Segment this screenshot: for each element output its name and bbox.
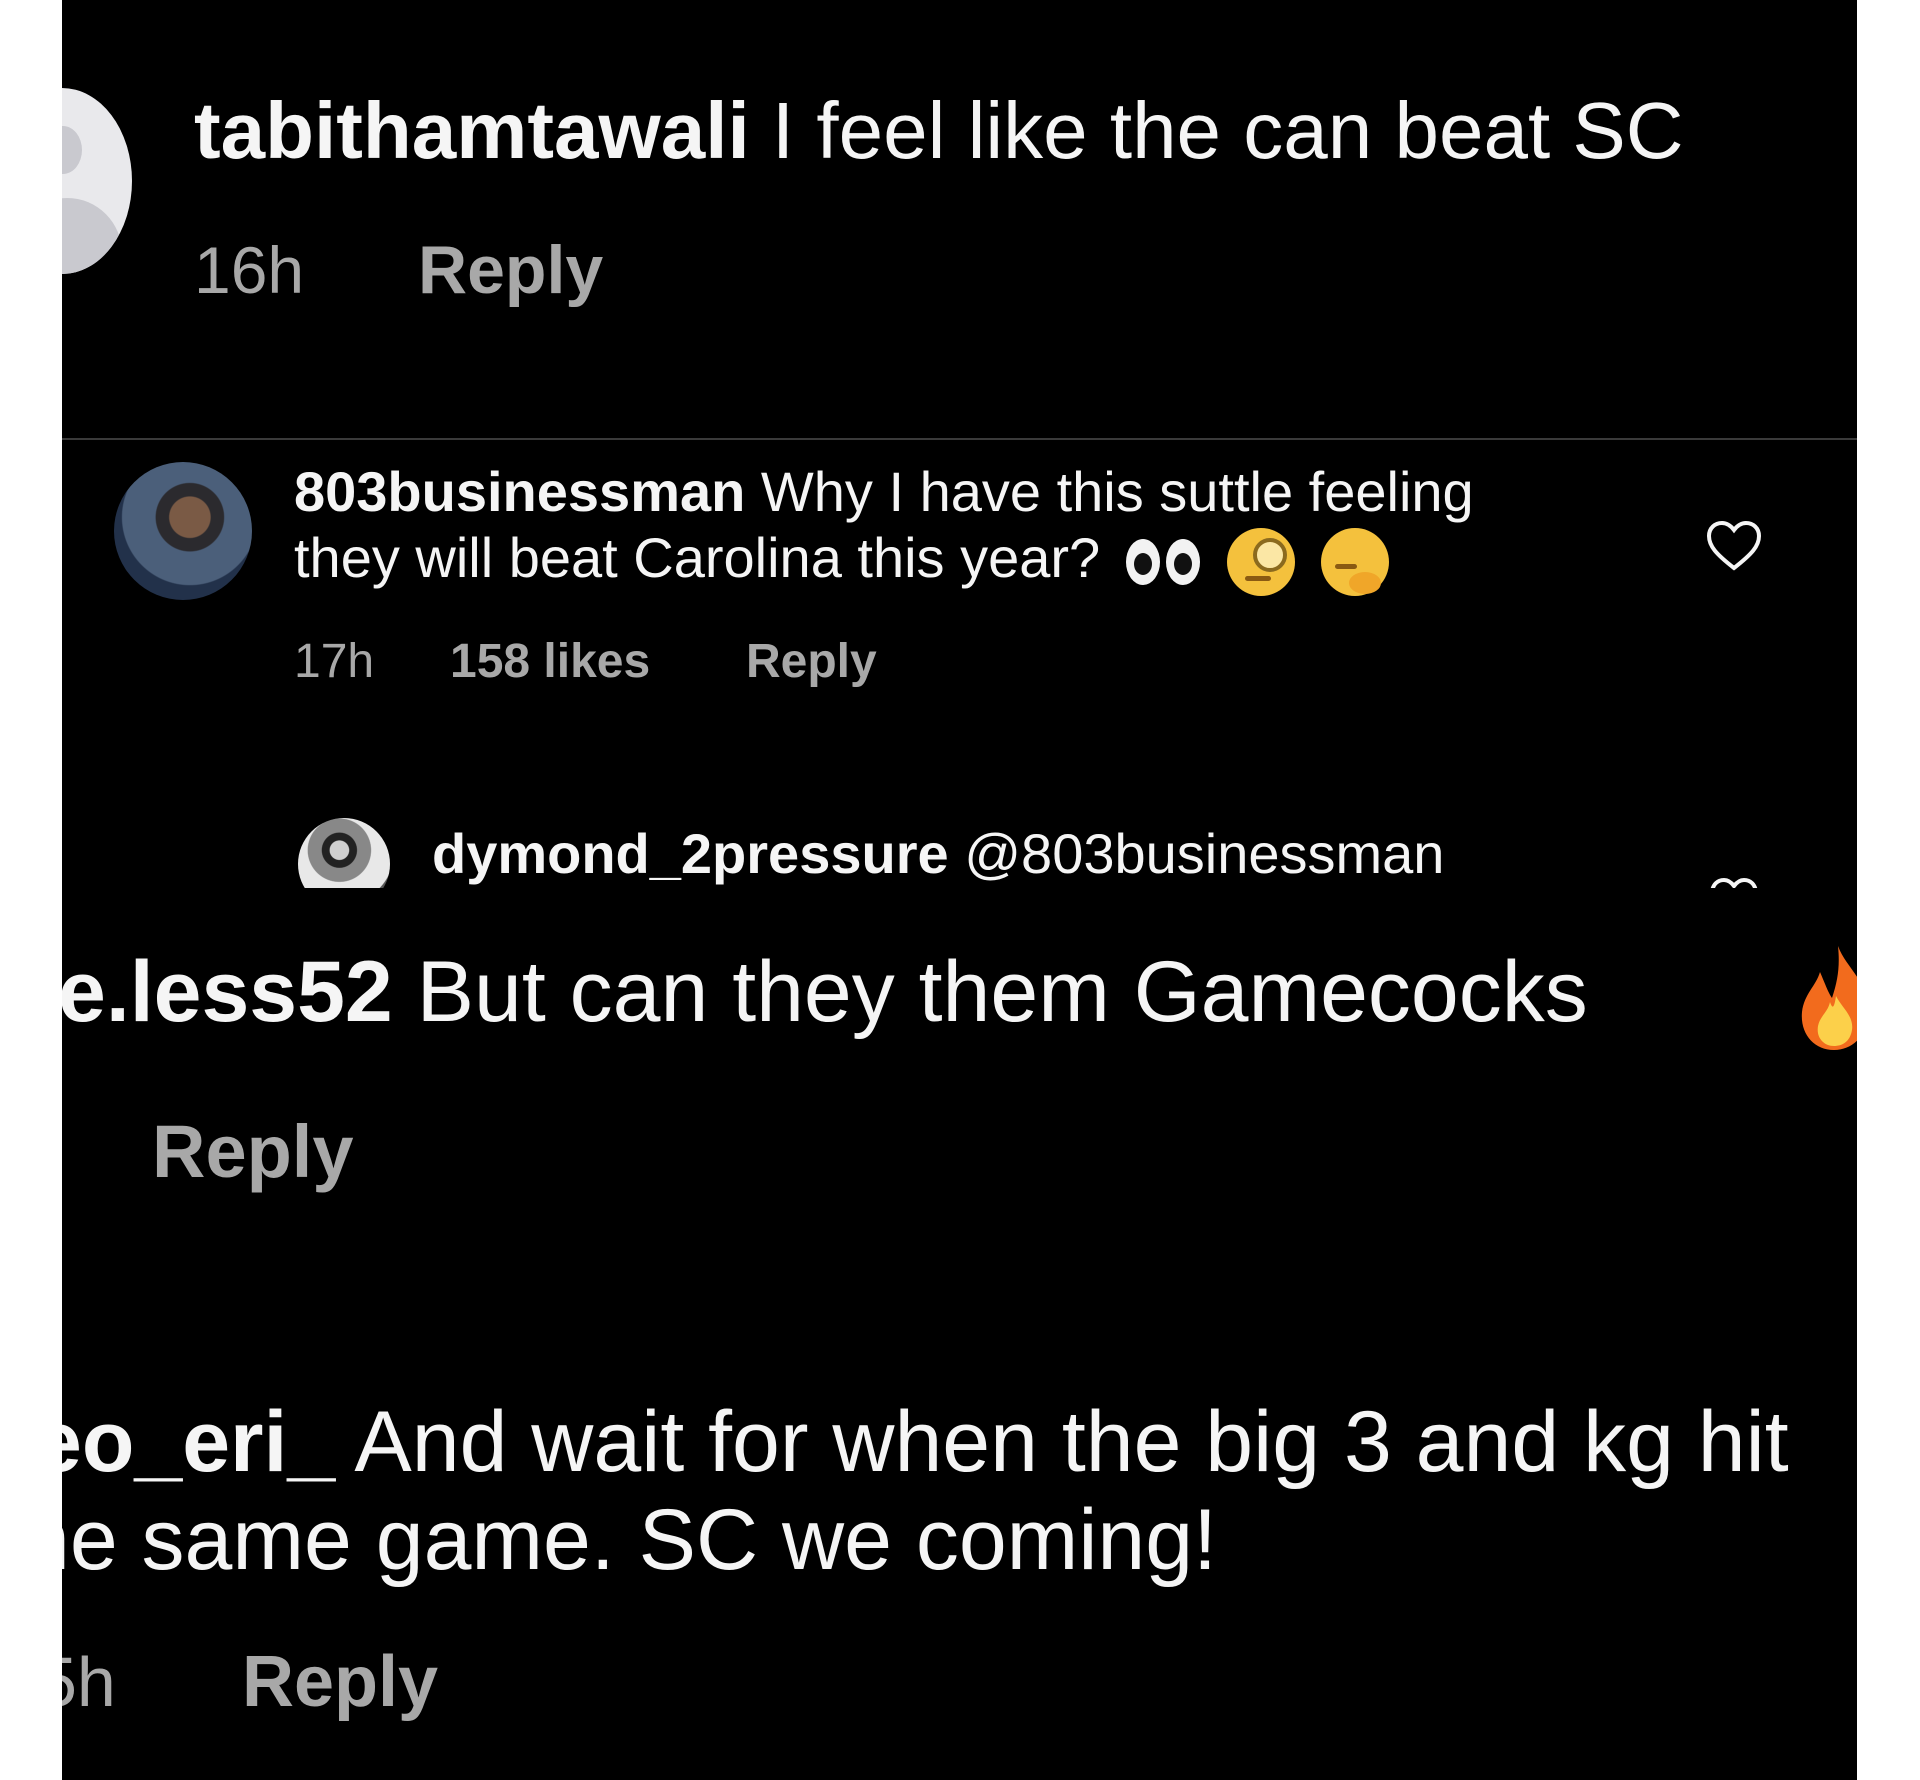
face-with-monocle-emoji bbox=[1227, 528, 1296, 597]
comment-timestamp: 5h bbox=[62, 1643, 116, 1721]
comment-line: dymond_2pressure @803businessman bbox=[432, 822, 1444, 886]
likes-count[interactable]: 158 likes bbox=[450, 634, 650, 690]
comment-text-line1: And wait for when the big 3 and kg hit bbox=[354, 1394, 1789, 1490]
comment-panel-lower: e.less52 But can they them Gamecocks Rep… bbox=[62, 888, 1857, 1780]
comment-line: 803businessman Why I have this suttle fe… bbox=[294, 460, 1474, 524]
reply-button[interactable]: Reply bbox=[242, 1642, 438, 1722]
avatar-head-shape bbox=[62, 126, 82, 174]
comment-line: eo_eri_ And wait for when the big 3 and … bbox=[62, 1392, 1789, 1492]
comment-username[interactable]: e.less52 bbox=[62, 944, 393, 1040]
comment-panel-tabithamtawali: tabithamtawali I feel like the can beat … bbox=[62, 0, 1857, 438]
heart-icon[interactable] bbox=[1706, 876, 1762, 888]
reply-button[interactable]: Reply bbox=[746, 634, 877, 690]
reply-button[interactable]: Reply bbox=[418, 232, 603, 308]
divider bbox=[62, 438, 1857, 440]
mention-link[interactable]: @803businessman bbox=[964, 822, 1444, 885]
comment-username[interactable]: 803businessman bbox=[294, 460, 745, 523]
avatar[interactable] bbox=[114, 462, 252, 600]
eyes-emoji bbox=[1125, 537, 1202, 587]
avatar[interactable] bbox=[298, 818, 390, 888]
comment-username[interactable]: tabithamtawali bbox=[194, 86, 750, 175]
thinking-face-emoji bbox=[1320, 528, 1389, 597]
comment-text: But can they them Gamecocks bbox=[416, 944, 1588, 1040]
comment-username[interactable]: dymond_2pressure bbox=[432, 822, 949, 885]
comment-line-2: they will beat Carolina this year? bbox=[294, 526, 1389, 597]
comment-text-line2: they will beat Carolina this year? bbox=[294, 526, 1101, 589]
comment-text: I feel like the can beat SC bbox=[771, 86, 1684, 175]
heart-icon[interactable] bbox=[1706, 520, 1762, 572]
comment-timestamp: 16h bbox=[194, 233, 305, 307]
comment-line: tabithamtawali I feel like the can beat … bbox=[194, 86, 1684, 176]
comment-panel-803businessman: 803businessman Why I have this suttle fe… bbox=[62, 438, 1857, 888]
comment-line: e.less52 But can they them Gamecocks bbox=[62, 942, 1588, 1042]
fire-emoji bbox=[1801, 946, 1857, 1050]
avatar-body-shape bbox=[62, 198, 122, 274]
comment-username[interactable]: eo_eri_ bbox=[62, 1394, 335, 1490]
reply-button[interactable]: Reply bbox=[152, 1110, 354, 1194]
comment-text-line1: Why I have this suttle feeling bbox=[760, 460, 1474, 523]
comment-text-line2: ne same game. SC we coming! bbox=[62, 1492, 1217, 1588]
default-avatar[interactable] bbox=[62, 88, 132, 274]
comment-timestamp: 17h bbox=[294, 635, 375, 688]
